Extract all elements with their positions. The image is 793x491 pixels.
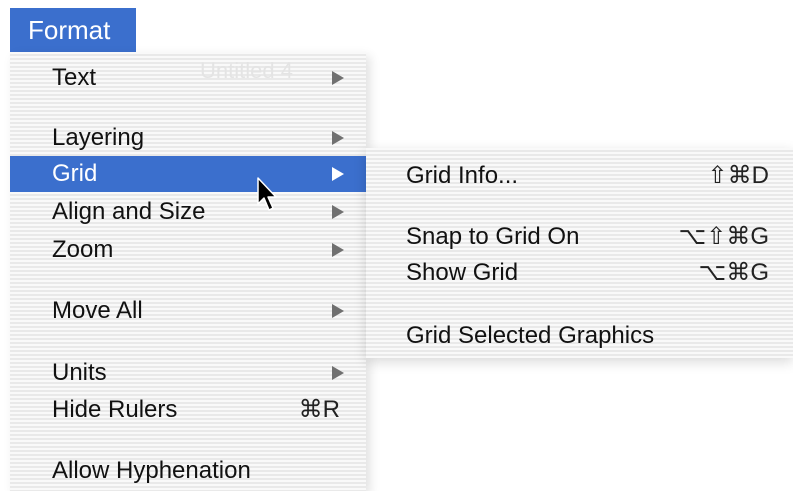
submenu-item-show-grid[interactable]: Show Grid ⌥⌘G bbox=[366, 255, 793, 291]
menu-item-label: Zoom bbox=[52, 236, 114, 263]
submenu-item-snap-to-grid[interactable]: Snap to Grid On ⌥⇧⌘G bbox=[366, 219, 793, 255]
menu-item-label: Allow Hyphenation bbox=[52, 457, 251, 484]
submenu-arrow-icon bbox=[332, 243, 344, 257]
menu-item-zoom[interactable]: Zoom bbox=[10, 232, 366, 268]
menu-item-units[interactable]: Units bbox=[10, 355, 366, 391]
menu-item-grid[interactable]: Grid bbox=[10, 156, 366, 192]
submenu-arrow-icon bbox=[332, 366, 344, 380]
submenu-arrow-icon bbox=[332, 71, 344, 85]
submenu-item-label: Show Grid bbox=[406, 259, 519, 286]
menu-bar-format-label: Format bbox=[28, 15, 111, 45]
menu-item-shortcut: ⌘R bbox=[298, 396, 340, 423]
menu-item-layering[interactable]: Layering bbox=[10, 120, 366, 156]
menu-item-label: Move All bbox=[52, 297, 143, 324]
submenu-item-grid-selected-graphics[interactable]: Grid Selected Graphics bbox=[366, 318, 793, 354]
menu-bar-format[interactable]: Format bbox=[10, 8, 136, 52]
menu-item-label: Grid bbox=[52, 160, 98, 187]
submenu-item-label: Grid Selected Graphics bbox=[406, 322, 655, 349]
submenu-arrow-icon bbox=[332, 131, 344, 145]
menu-item-allow-hyphenation[interactable]: Allow Hyphenation bbox=[10, 453, 366, 489]
menu-item-label: Align and Size bbox=[52, 198, 206, 225]
mouse-cursor-icon bbox=[257, 177, 277, 211]
grid-submenu: Grid Info... ⇧⌘D Snap to Grid On ⌥⇧⌘G Sh… bbox=[366, 148, 793, 358]
submenu-item-shortcut: ⌥⇧⌘G bbox=[678, 223, 769, 250]
menu-item-label: Hide Rulers bbox=[52, 396, 178, 423]
menu-item-text[interactable]: Text bbox=[10, 60, 366, 96]
menu-item-hide-rulers[interactable]: Hide Rulers ⌘R bbox=[10, 392, 366, 428]
format-menu: Untitled 4 Text Layering Grid Align and … bbox=[10, 52, 366, 491]
menu-item-label: Text bbox=[52, 64, 97, 91]
submenu-item-shortcut: ⇧⌘D bbox=[707, 162, 769, 189]
submenu-item-label: Snap to Grid On bbox=[406, 223, 580, 250]
menu-item-label: Layering bbox=[52, 124, 145, 151]
submenu-item-grid-info[interactable]: Grid Info... ⇧⌘D bbox=[366, 158, 793, 194]
menu-item-label: Units bbox=[52, 359, 107, 386]
menu-item-align-and-size[interactable]: Align and Size bbox=[10, 194, 366, 230]
submenu-arrow-icon bbox=[332, 167, 344, 181]
submenu-arrow-icon bbox=[332, 304, 344, 318]
submenu-arrow-icon bbox=[332, 205, 344, 219]
submenu-item-shortcut: ⌥⌘G bbox=[698, 259, 769, 286]
menu-item-move-all[interactable]: Move All bbox=[10, 293, 366, 329]
submenu-item-label: Grid Info... bbox=[406, 162, 519, 189]
